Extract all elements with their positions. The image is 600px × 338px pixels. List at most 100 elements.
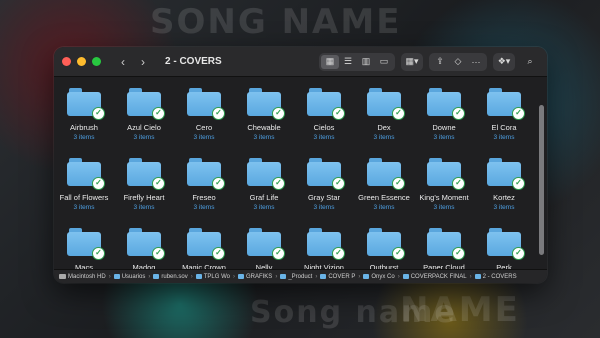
- folder-icon: ✓: [367, 88, 405, 120]
- folder-icon: ✓: [487, 88, 525, 120]
- path-crumb[interactable]: ruben.sov: [153, 274, 188, 280]
- path-crumb-label: GRAFIKS: [245, 273, 273, 280]
- chevron-right-icon: ›: [141, 54, 145, 69]
- folder-name: Cero: [195, 123, 213, 132]
- folder-item[interactable]: ✓ King's Moment 3 items: [414, 155, 474, 219]
- finder-window: ‹ › 2 - COVERS ▦ ☰ ▥ ▭ ▦▾ ⇪ ◇ ··· ❖▾ ⌕ ✓…: [54, 47, 547, 283]
- path-separator-icon: ›: [108, 273, 111, 280]
- path-crumb-label: 2 - COVERS: [482, 273, 517, 280]
- dropbox-button[interactable]: ❖▾: [493, 52, 515, 71]
- icon-view-icon[interactable]: ▦: [321, 54, 339, 69]
- synced-check-icon: ✓: [272, 177, 285, 190]
- background-artwork-text: SONG NAME: [150, 2, 402, 42]
- folder-icon: [153, 274, 160, 279]
- path-crumb[interactable]: Macintosh HD: [59, 274, 106, 280]
- path-crumb-label: Usuarios: [121, 273, 146, 280]
- path-crumb[interactable]: TPLG Wo: [195, 273, 230, 280]
- dropbox-icon: ❖▾: [497, 56, 511, 66]
- close-button[interactable]: [62, 57, 71, 66]
- folder-name: Graf Life: [249, 193, 279, 202]
- folder-item[interactable]: ✓ Dex 3 items: [354, 85, 414, 149]
- folder-icon: ✓: [127, 158, 165, 190]
- folder-item[interactable]: ✓ Azul Cielo 3 items: [114, 85, 174, 149]
- window-title: 2 - COVERS: [165, 56, 222, 67]
- folder-icon: ✓: [187, 88, 225, 120]
- synced-check-icon: ✓: [272, 107, 285, 120]
- path-separator-icon: ›: [315, 273, 318, 280]
- view-switcher: ▦ ☰ ▥ ▭: [319, 52, 395, 71]
- synced-check-icon: ✓: [92, 247, 105, 260]
- path-separator-icon: ›: [469, 273, 472, 280]
- folder-item[interactable]: ✓ Green Essence 3 items: [354, 155, 414, 219]
- more-icon[interactable]: ···: [467, 55, 485, 69]
- path-crumb[interactable]: Usuarios: [113, 273, 146, 280]
- share-icon[interactable]: ⇪: [431, 55, 449, 69]
- path-crumb-label: TPLG Wo: [203, 273, 230, 280]
- folder-icon: ✓: [127, 88, 165, 120]
- action-buttons: ⇪ ◇ ···: [429, 52, 487, 71]
- list-view-icon[interactable]: ☰: [339, 55, 357, 69]
- forward-button[interactable]: ›: [135, 54, 151, 70]
- folder-item-count: 3 items: [73, 204, 95, 211]
- disk-icon: [59, 274, 66, 279]
- synced-check-icon: ✓: [212, 107, 225, 120]
- folder-item[interactable]: ✓ Chewable 3 items: [234, 85, 294, 149]
- folder-item[interactable]: ✓ Graf Life 3 items: [234, 155, 294, 219]
- path-crumb[interactable]: Onyx Co: [363, 273, 395, 280]
- synced-check-icon: ✓: [512, 107, 525, 120]
- folder-name: El Cora: [491, 123, 517, 132]
- path-crumb[interactable]: 2 - COVERS: [474, 273, 517, 280]
- folder-item[interactable]: ✓ Cero 3 items: [174, 85, 234, 149]
- search-icon[interactable]: ⌕: [521, 55, 539, 69]
- folder-content: ✓ Airbrush 3 items ✓ Azul Cielo 3 items ✓ Cero 3…: [54, 77, 547, 283]
- folder-item-count: 3 items: [73, 134, 95, 141]
- folder-item[interactable]: ✓ Airbrush 3 items: [54, 85, 114, 149]
- folder-item[interactable]: ✓ Kortez 3 items: [474, 155, 534, 219]
- folder-item[interactable]: ✓ Freseo 3 items: [174, 155, 234, 219]
- folder-name: Dex: [377, 123, 391, 132]
- folder-icon: ✓: [307, 228, 345, 260]
- folder-name: Kortez: [493, 193, 515, 202]
- synced-check-icon: ✓: [392, 247, 405, 260]
- window-controls: [62, 57, 101, 66]
- background-artwork-text: NAME: [400, 290, 520, 330]
- zoom-button[interactable]: [92, 57, 101, 66]
- folder-item[interactable]: ✓ Cielos 3 items: [294, 85, 354, 149]
- synced-check-icon: ✓: [512, 177, 525, 190]
- folder-icon: ✓: [67, 88, 105, 120]
- folder-item[interactable]: ✓ Gray Star 3 items: [294, 155, 354, 219]
- folder-icon: [195, 274, 202, 279]
- scrollbar[interactable]: [539, 105, 544, 255]
- path-crumb-label: Onyx Co: [371, 273, 395, 280]
- folder-name: Fall of Flowers: [59, 193, 109, 202]
- tag-icon[interactable]: ◇: [449, 55, 467, 69]
- column-view-icon[interactable]: ▥: [357, 55, 375, 69]
- folder-icon: ✓: [247, 88, 285, 120]
- folder-item[interactable]: ✓ Fall of Flowers 3 items: [54, 155, 114, 219]
- synced-check-icon: ✓: [152, 177, 165, 190]
- minimize-button[interactable]: [77, 57, 86, 66]
- folder-item[interactable]: ✓ El Cora 3 items: [474, 85, 534, 149]
- folder-icon: ✓: [427, 88, 465, 120]
- folder-name: Downe: [432, 123, 456, 132]
- folder-item[interactable]: ✓ Firefly Heart 3 items: [114, 155, 174, 219]
- group-button[interactable]: ▦▾: [401, 52, 423, 71]
- folder-item[interactable]: ✓ Downe 3 items: [414, 85, 474, 149]
- path-crumb[interactable]: COVER P: [320, 274, 355, 280]
- folder-icon: ✓: [187, 158, 225, 190]
- path-crumb[interactable]: GRAFIKS: [237, 273, 273, 280]
- folder-icon: ✓: [367, 228, 405, 260]
- folder-item-count: 3 items: [493, 134, 515, 141]
- back-button[interactable]: ‹: [115, 54, 131, 70]
- path-separator-icon: ›: [148, 273, 151, 280]
- path-crumb[interactable]: _Product: [280, 274, 312, 280]
- folder-name: Airbrush: [70, 123, 98, 132]
- path-separator-icon: ›: [232, 273, 235, 280]
- path-crumb[interactable]: COVERPACK FINAL: [402, 274, 467, 280]
- folder-item-count: 3 items: [193, 204, 215, 211]
- synced-check-icon: ✓: [452, 177, 465, 190]
- folder-icon: [237, 274, 244, 279]
- synced-check-icon: ✓: [332, 107, 345, 120]
- folder-item-count: 3 items: [133, 204, 155, 211]
- gallery-view-icon[interactable]: ▭: [375, 55, 393, 69]
